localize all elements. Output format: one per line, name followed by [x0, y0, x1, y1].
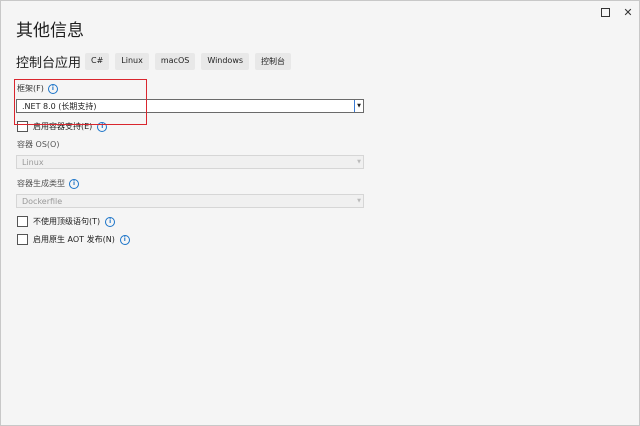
container-build-type-value: Dockerfile	[22, 196, 63, 206]
framework-select[interactable]: .NET 8.0 (长期支持) ▼	[16, 99, 364, 113]
tag-csharp: C#	[85, 53, 110, 70]
container-build-type-label: 容器生成类型	[17, 179, 65, 188]
container-support-checkbox-row[interactable]: 启用容器支持(E) i	[17, 121, 108, 132]
no-top-level-label: 不使用顶级语句(T)	[33, 217, 101, 226]
close-icon: ✕	[623, 5, 633, 19]
dropdown-arrow-button[interactable]: ▼	[354, 100, 363, 112]
container-os-select: Linux ▼	[16, 155, 364, 169]
container-support-checkbox[interactable]	[17, 121, 28, 132]
container-build-type-select: Dockerfile ▼	[16, 194, 364, 208]
framework-label: 框架(F)	[17, 84, 44, 93]
container-os-value: Linux	[22, 157, 44, 167]
container-support-label: 启用容器支持(E)	[33, 122, 93, 131]
project-tags: C# Linux macOS Windows 控制台	[85, 53, 292, 70]
dropdown-arrow: ▼	[355, 156, 363, 168]
chevron-down-icon: ▼	[357, 103, 361, 109]
tag-windows: Windows	[201, 53, 250, 70]
chevron-down-icon: ▼	[357, 159, 361, 165]
aot-label: 启用原生 AOT 发布(N)	[33, 235, 115, 244]
tag-macos: macOS	[154, 53, 196, 70]
framework-label-row: 框架(F) i	[17, 83, 58, 94]
page-title: 其他信息	[16, 21, 84, 41]
chevron-down-icon: ▼	[357, 198, 361, 204]
container-build-type-label-row: 容器生成类型 i	[17, 178, 79, 189]
project-type-name: 控制台应用	[16, 56, 82, 71]
tag-console: 控制台	[255, 53, 292, 70]
maximize-button[interactable]	[598, 5, 612, 19]
maximize-icon	[600, 7, 610, 17]
aot-checkbox-row[interactable]: 启用原生 AOT 发布(N) i	[17, 234, 130, 245]
info-icon[interactable]: i	[47, 83, 58, 94]
dropdown-arrow: ▼	[355, 195, 363, 207]
info-icon[interactable]: i	[97, 121, 108, 132]
info-icon[interactable]: i	[69, 178, 79, 189]
info-icon[interactable]: i	[119, 234, 130, 245]
container-os-label: 容器 OS(O)	[17, 140, 60, 149]
dialog-window: ✕ 其他信息 控制台应用 C# Linux macOS Windows 控制台 …	[0, 0, 640, 426]
tag-linux: Linux	[115, 53, 149, 70]
no-top-level-checkbox[interactable]	[17, 216, 28, 227]
framework-value: .NET 8.0 (长期支持)	[22, 101, 97, 111]
close-button[interactable]: ✕	[621, 5, 635, 19]
no-top-level-checkbox-row[interactable]: 不使用顶级语句(T) i	[17, 216, 116, 227]
aot-checkbox[interactable]	[17, 234, 28, 245]
info-icon[interactable]: i	[105, 216, 116, 227]
